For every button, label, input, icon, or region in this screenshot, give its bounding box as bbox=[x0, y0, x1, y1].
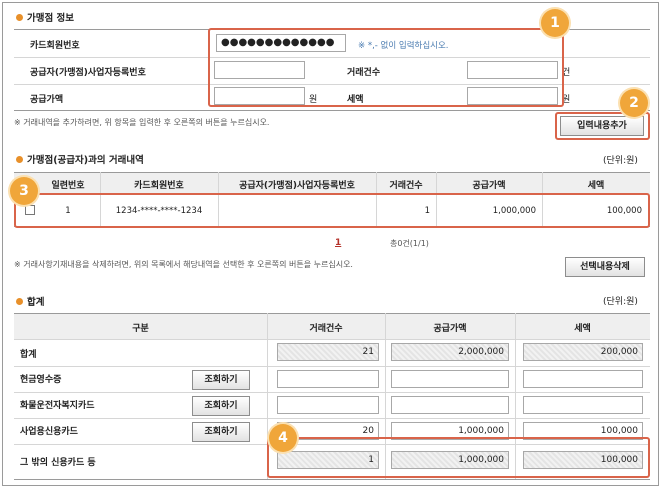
callout-badge-3: 3 bbox=[10, 177, 38, 205]
divider bbox=[14, 339, 650, 340]
row-label: 현금영수증 bbox=[20, 375, 62, 385]
bullet-icon bbox=[16, 13, 23, 21]
divider bbox=[14, 110, 650, 111]
cash-receipt-amount-field[interactable] bbox=[391, 370, 509, 388]
query-button[interactable]: 조회하기 bbox=[192, 422, 250, 442]
bullet-icon bbox=[16, 155, 23, 163]
col-card-number: 카드회원번호 bbox=[134, 181, 184, 191]
highlight-box-1 bbox=[208, 28, 564, 107]
col-amount: 공급가액 bbox=[433, 324, 467, 334]
row-label: 사업용신용카드 bbox=[20, 427, 78, 437]
add-instruction-note: ※ 거래내역을 추가하려면, 위 항목을 입력한 후 오른쪽의 버튼을 누르십시… bbox=[14, 118, 270, 127]
query-button[interactable]: 조회하기 bbox=[192, 370, 250, 390]
section-merchant-info-title: 가맹점 정보 bbox=[16, 10, 74, 24]
delete-instruction-note: ※ 거래사항기재내용을 삭제하려면, 위의 목록에서 해당내역을 선택한 후 오… bbox=[14, 260, 353, 269]
col-amount: 공급가액 bbox=[472, 181, 506, 191]
row-label: 합계 bbox=[20, 350, 37, 360]
bullet-icon bbox=[16, 297, 23, 305]
supply-amount-label: 공급가액 bbox=[30, 95, 64, 105]
unit-label: (단위:원) bbox=[603, 297, 638, 307]
highlight-box-4 bbox=[267, 437, 650, 478]
query-button[interactable]: 조회하기 bbox=[192, 396, 250, 416]
col-count: 거래건수 bbox=[389, 181, 423, 191]
divider bbox=[14, 418, 650, 419]
col-tax: 세액 bbox=[587, 181, 605, 191]
divider bbox=[14, 392, 650, 393]
row-label: 화물운전자복지카드 bbox=[20, 401, 95, 411]
total-count-field: 21 bbox=[277, 343, 379, 361]
freight-card-amount-field[interactable] bbox=[391, 396, 509, 414]
section-transactions-title: 가맹점(공급자)과의 거래내역 bbox=[16, 152, 144, 166]
cash-receipt-tax-field[interactable] bbox=[523, 370, 643, 388]
col-tax: 세액 bbox=[574, 324, 591, 334]
divider bbox=[14, 479, 650, 480]
callout-badge-4: 4 bbox=[269, 424, 297, 452]
col-biz-reg-number: 공급자(가맹점)사업자등록번호 bbox=[239, 181, 355, 191]
freight-card-tax-field[interactable] bbox=[523, 396, 643, 414]
highlight-box-3 bbox=[14, 193, 650, 228]
cash-receipt-count-field[interactable] bbox=[277, 370, 379, 388]
row-label: 그 밖의 신용카드 등 bbox=[20, 458, 96, 468]
biz-reg-number-label: 공급자(가맹점)사업자등록번호 bbox=[30, 68, 146, 78]
unit-label: (단위:원) bbox=[603, 156, 638, 166]
col-count: 거래건수 bbox=[309, 324, 343, 334]
col-category: 구분 bbox=[132, 324, 149, 334]
divider bbox=[14, 366, 650, 367]
delete-selected-button[interactable]: 선택내용삭제 bbox=[565, 257, 645, 277]
pagination-total: 총0건(1/1) bbox=[390, 239, 429, 248]
card-number-label: 카드회원번호 bbox=[30, 41, 80, 51]
total-tax-field: 200,000 bbox=[523, 343, 643, 361]
section-totals-title: 합계 bbox=[16, 294, 44, 308]
total-amount-field: 2,000,000 bbox=[391, 343, 509, 361]
pagination-page-1[interactable]: 1 bbox=[335, 238, 341, 248]
freight-card-count-field[interactable] bbox=[277, 396, 379, 414]
callout-badge-2: 2 bbox=[620, 89, 648, 117]
callout-badge-1: 1 bbox=[541, 9, 569, 37]
col-seq: 일련번호 bbox=[51, 181, 85, 191]
